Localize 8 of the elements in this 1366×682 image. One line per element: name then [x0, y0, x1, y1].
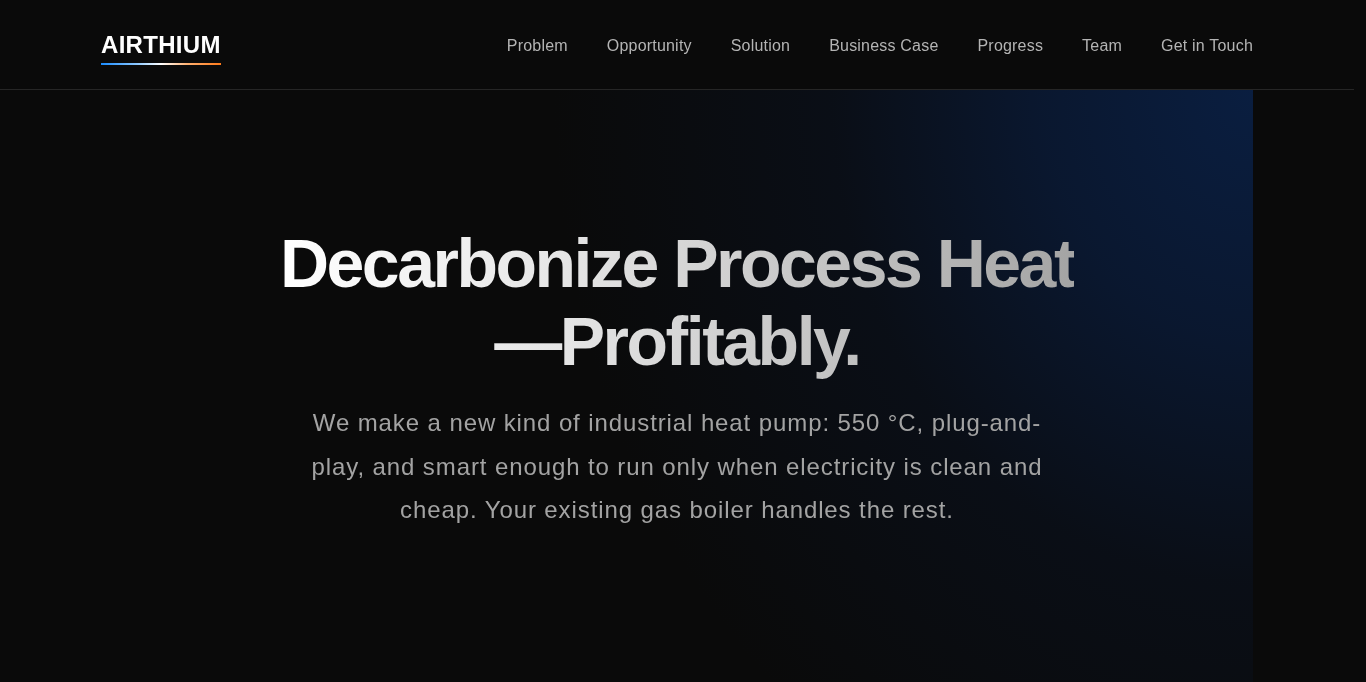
- nav-link[interactable]: Solution: [730, 36, 791, 55]
- nav-link[interactable]: Progress: [977, 36, 1044, 55]
- nav-link[interactable]: Get in Touch: [1161, 36, 1253, 55]
- nav-link[interactable]: Team: [1082, 36, 1123, 55]
- hero-subheading: We make a new kind of industrial heat pump: 550 °C, plug-and-play, and smart enough to run only when electricity is clean and cheap. Your existing gas boiler handles the rest.: [310, 408, 1044, 525]
- nav-link[interactable]: Problem: [506, 36, 568, 55]
- nav-link[interactable]: Opportunity: [606, 36, 692, 55]
- nav-link[interactable]: Business Case: [829, 36, 939, 55]
